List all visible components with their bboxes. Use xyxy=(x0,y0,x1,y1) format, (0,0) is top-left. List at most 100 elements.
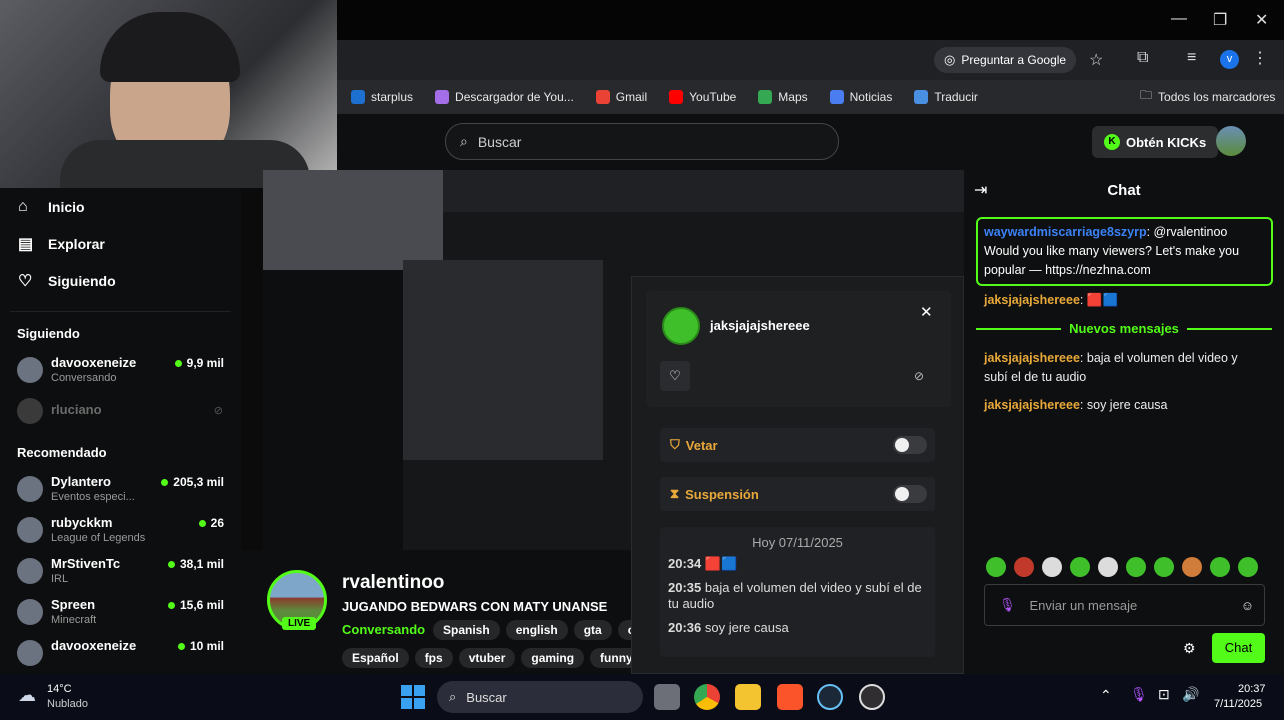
avatar xyxy=(17,599,43,625)
sidebar-channel[interactable]: davooxeneize Conversando 9,9 mil xyxy=(0,351,241,392)
profile-avatar[interactable]: v xyxy=(1220,50,1239,69)
sidebar-channel[interactable]: rluciano ⊘ xyxy=(0,392,241,433)
stream-category[interactable]: Conversando xyxy=(342,622,425,637)
extensions-icon[interactable]: ⧉ xyxy=(1137,49,1148,67)
weather-temp[interactable]: 14°C xyxy=(47,683,72,695)
emote-icon[interactable] xyxy=(1042,557,1062,577)
bookmark-favicon-icon xyxy=(914,90,929,104)
tag[interactable]: Spanish xyxy=(433,620,500,640)
bookmark-favicon-icon xyxy=(595,90,610,104)
ask-google-button[interactable]: ◎ Preguntar a Google xyxy=(934,47,1077,73)
nested-webcam xyxy=(263,170,443,270)
bookmark-1[interactable]: Descargador de You... xyxy=(427,86,582,108)
chat-settings-icon[interactable]: ⚙ xyxy=(1183,640,1196,657)
shield-icon: ⛉ xyxy=(670,437,680,452)
tag[interactable]: vtuber xyxy=(458,648,516,668)
kicks-icon: K xyxy=(1104,134,1120,150)
timeout-toggle[interactable] xyxy=(893,485,927,503)
tag[interactable]: english xyxy=(505,620,568,640)
tag[interactable]: fps xyxy=(414,648,453,668)
popup-header xyxy=(646,291,951,407)
follow-heart-button[interactable]: ♡ xyxy=(660,361,690,391)
popup-username[interactable]: jaksjajajshereee xyxy=(710,318,810,333)
emote-icon[interactable] xyxy=(986,557,1006,577)
emote-icon[interactable] xyxy=(1014,557,1034,577)
bookmark-4[interactable]: Maps xyxy=(750,86,815,108)
tray-expand-icon[interactable]: ⌃ xyxy=(1100,687,1112,704)
clock-date[interactable]: 7/11/2025 xyxy=(1214,698,1262,710)
bookmark-6[interactable]: Traducir xyxy=(906,86,986,108)
brave-icon[interactable] xyxy=(777,684,803,710)
ban-option[interactable]: ⛉ Vetar xyxy=(660,428,935,462)
viewer-count: 38,1 mil xyxy=(167,557,224,571)
minimize-icon[interactable]: — xyxy=(1171,10,1187,28)
tag[interactable]: Español xyxy=(342,648,409,668)
viewer-count: 205,3 mil xyxy=(161,475,224,489)
get-kicks-button[interactable]: K Obtén KICKs xyxy=(1092,126,1219,158)
channel-name[interactable]: rvalentinoo xyxy=(342,572,444,594)
emote-icon[interactable] xyxy=(1210,557,1230,577)
timeout-option[interactable]: ⧗ Suspensión xyxy=(660,477,935,511)
bookmark-2[interactable]: Gmail xyxy=(588,86,655,108)
browser-menu-icon[interactable]: ⋮ xyxy=(1252,48,1268,68)
ban-toggle[interactable] xyxy=(893,436,927,454)
live-dot-icon xyxy=(167,601,175,609)
close-icon[interactable]: ✕ xyxy=(920,303,933,321)
live-dot-icon xyxy=(167,560,175,568)
nav-siguiendo[interactable]: ♡ Siguiendo xyxy=(0,262,241,299)
tag[interactable]: gaming xyxy=(521,648,585,668)
sidebar-channel[interactable]: rubyckkm League of Legends 26 xyxy=(0,511,241,552)
file-explorer-icon[interactable] xyxy=(735,684,761,710)
volume-icon[interactable]: 🔊 xyxy=(1182,686,1199,703)
emoji-icon[interactable]: ☺ xyxy=(1241,598,1254,613)
emote-icon[interactable] xyxy=(1154,557,1174,577)
sidebar-channel[interactable]: Dylantero Eventos especi... 205,3 mil xyxy=(0,470,241,511)
chat-username[interactable]: waywardmiscarriage8szyrp xyxy=(984,225,1147,239)
chat-input[interactable]: 🎙 Enviar un mensaje ☺ xyxy=(984,584,1265,626)
chrome-icon[interactable] xyxy=(694,684,720,710)
sidebar-channel[interactable]: MrStivenTc IRL 38,1 mil xyxy=(0,552,241,593)
chat-username[interactable]: jaksjajajshereee xyxy=(984,398,1080,412)
taskbar-search[interactable]: ⌕ Buscar xyxy=(437,681,643,713)
highlighted-message: waywardmiscarriage8szyrp: @rvalentinoo W… xyxy=(976,217,1273,286)
bookmark-0[interactable]: starplus xyxy=(343,86,421,108)
all-bookmarks[interactable]: 🗀 Todos los marcadores xyxy=(1140,86,1275,107)
task-view-icon[interactable] xyxy=(654,684,680,710)
sidebar-channel[interactable]: Spreen Minecraft 15,6 mil xyxy=(0,593,241,634)
sidebar-channel[interactable]: davooxeneize 10 mil xyxy=(0,634,241,675)
steam-icon[interactable] xyxy=(817,684,843,710)
clock-time[interactable]: 20:37 xyxy=(1238,683,1266,695)
bookmark-3[interactable]: YouTube xyxy=(661,86,744,108)
obs-icon[interactable] xyxy=(859,684,885,710)
search-input[interactable]: ⌕ Buscar xyxy=(445,123,839,160)
emote-icon[interactable] xyxy=(1182,557,1202,577)
live-dot-icon xyxy=(177,642,185,650)
microphone-icon[interactable]: 🎙 xyxy=(999,597,1016,613)
tag[interactable]: gta xyxy=(573,620,612,640)
emote-icon[interactable] xyxy=(1098,557,1118,577)
chat-text: 🟥🟦 xyxy=(1086,293,1119,307)
mute-icon[interactable]: ⊘ xyxy=(914,369,924,383)
chat-username[interactable]: jaksjajajshereee xyxy=(984,293,1080,307)
start-button[interactable] xyxy=(401,685,425,709)
emote-icon[interactable] xyxy=(1238,557,1258,577)
maximize-icon[interactable]: ❐ xyxy=(1213,10,1227,30)
avatar xyxy=(17,357,43,383)
close-window-icon[interactable]: ✕ xyxy=(1255,10,1268,30)
tray-mic-icon[interactable]: 🎙 xyxy=(1130,686,1148,703)
bookmark-5[interactable]: Noticias xyxy=(822,86,901,108)
user-avatar[interactable] xyxy=(1216,126,1246,156)
nav-explorar[interactable]: ▤ Explorar xyxy=(0,225,241,262)
emote-icon[interactable] xyxy=(1126,557,1146,577)
chat-username[interactable]: jaksjajajshereee xyxy=(984,351,1080,365)
bookmark-star-icon[interactable]: ☆ xyxy=(1089,50,1103,70)
nav-inicio[interactable]: ⌂ Inicio xyxy=(0,188,241,225)
network-icon[interactable]: ⊡ xyxy=(1158,686,1170,703)
emote-icon[interactable] xyxy=(1070,557,1090,577)
browse-icon: ▤ xyxy=(18,235,34,253)
live-dot-icon xyxy=(161,478,169,486)
media-control-icon[interactable]: ≡ xyxy=(1187,49,1196,67)
bookmark-favicon-icon xyxy=(829,90,844,104)
live-dot-icon xyxy=(174,359,182,367)
send-chat-button[interactable]: Chat xyxy=(1212,633,1265,663)
